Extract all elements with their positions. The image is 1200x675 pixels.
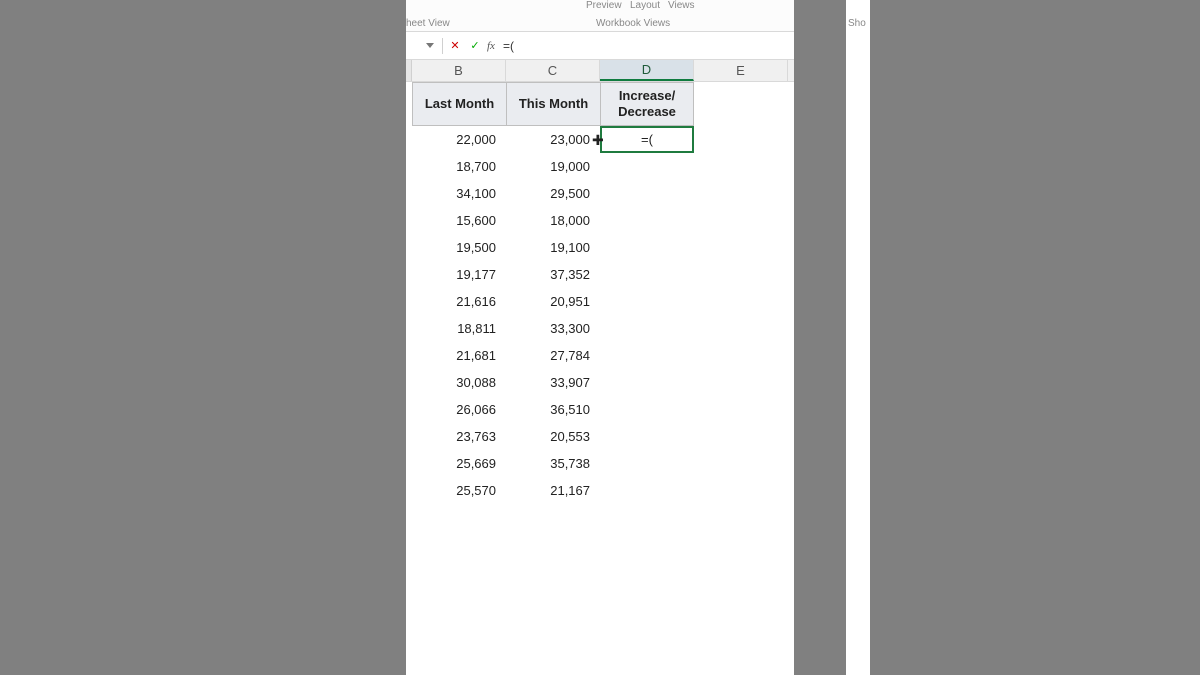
table-row[interactable]: 15,600 18,000 [412,207,600,234]
table-row[interactable]: 19,177 37,352 [412,261,600,288]
column-header-D[interactable]: D [600,60,694,81]
table-row[interactable]: 21,616 20,951 [412,288,600,315]
table-header-row: Last Month This Month Increase/ Decrease [412,82,694,126]
cell[interactable]: 35,738 [506,450,600,477]
cell[interactable]: 30,088 [412,369,506,396]
table-row[interactable]: 34,100 29,500 [412,180,600,207]
cell[interactable]: 19,500 [412,234,506,261]
cell[interactable]: 18,000 [506,207,600,234]
ribbon-group-sheetview: heet View [406,18,450,29]
active-cell-D2[interactable]: =( [600,126,694,153]
header-last-month[interactable]: Last Month [412,82,506,126]
name-box-dropdown-icon[interactable] [422,36,438,56]
cell[interactable]: 21,616 [412,288,506,315]
cell[interactable]: 22,000 [412,126,506,153]
column-header-B[interactable]: B [412,60,506,81]
header-this-month[interactable]: This Month [506,82,600,126]
cell[interactable]: 25,669 [412,450,506,477]
table-row[interactable]: 26,066 36,510 [412,396,600,423]
ribbon-right-sliver: Sho [846,0,870,675]
table-row[interactable]: 22,000 23,000 [412,126,600,153]
cell[interactable]: 36,510 [506,396,600,423]
ribbon-item-preview[interactable]: Preview [586,0,622,11]
table-row[interactable]: 30,088 33,907 [412,369,600,396]
active-cell-content: =( [641,132,653,147]
cell[interactable]: 21,681 [412,342,506,369]
cell[interactable]: 18,700 [412,153,506,180]
table-row[interactable]: 25,570 21,167 [412,477,600,504]
header-d-line1: Increase/ [619,88,675,104]
table-row[interactable]: 19,500 19,100 [412,234,600,261]
cell[interactable]: 19,100 [506,234,600,261]
spreadsheet-grid[interactable]: Last Month This Month Increase/ Decrease… [406,82,794,675]
formula-bar-row: ✕ ✓ fx =( [406,32,794,60]
fx-icon[interactable]: fx [487,40,495,52]
ribbon-right-text: Sho [848,18,866,29]
cell[interactable]: 23,763 [412,423,506,450]
column-headers: B C D E [406,60,794,82]
ribbon-group-workbookviews: Workbook Views [596,18,670,29]
excel-window: Preview Layout Views heet View Workbook … [406,0,794,675]
column-header-E[interactable]: E [694,60,788,81]
cell[interactable]: 37,352 [506,261,600,288]
header-increase-decrease[interactable]: Increase/ Decrease [600,82,694,126]
cell[interactable]: 25,570 [412,477,506,504]
cell[interactable]: 20,553 [506,423,600,450]
cell[interactable]: 33,300 [506,315,600,342]
table-row[interactable]: 23,763 20,553 [412,423,600,450]
cancel-icon[interactable]: ✕ [447,38,463,54]
cell[interactable]: 26,066 [412,396,506,423]
cell[interactable]: 21,167 [506,477,600,504]
divider [442,38,443,54]
table-row[interactable]: 18,700 19,000 [412,153,600,180]
ribbon: Preview Layout Views heet View Workbook … [406,0,794,32]
table-row[interactable]: 18,811 33,300 [412,315,600,342]
cell[interactable]: 23,000 [506,126,600,153]
formula-bar-input[interactable]: =( [499,39,514,53]
cell[interactable]: 18,811 [412,315,506,342]
accept-icon[interactable]: ✓ [467,38,483,54]
column-header-C[interactable]: C [506,60,600,81]
cell[interactable]: 33,907 [506,369,600,396]
cell[interactable]: 27,784 [506,342,600,369]
table-row[interactable]: 25,669 35,738 [412,450,600,477]
cell[interactable]: 19,000 [506,153,600,180]
cell[interactable]: 19,177 [412,261,506,288]
header-d-line2: Decrease [618,104,676,120]
cell[interactable]: 34,100 [412,180,506,207]
ribbon-item-views[interactable]: Views [668,0,695,11]
cell[interactable]: 20,951 [506,288,600,315]
ribbon-item-layout[interactable]: Layout [630,0,660,11]
table-row[interactable]: 21,681 27,784 [412,342,600,369]
cell[interactable]: 15,600 [412,207,506,234]
cell[interactable]: 29,500 [506,180,600,207]
